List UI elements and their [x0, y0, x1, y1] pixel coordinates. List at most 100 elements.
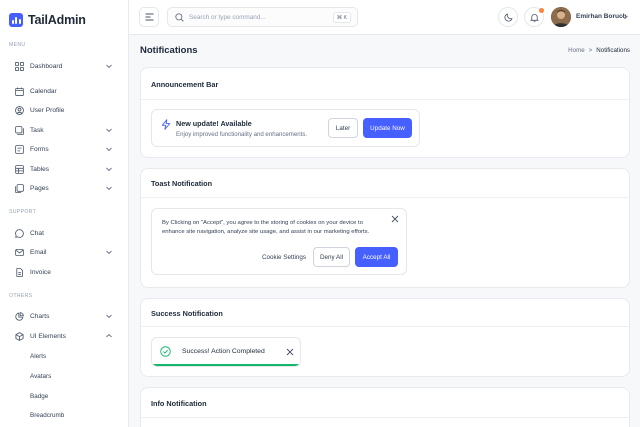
check-circle-icon — [160, 346, 171, 357]
moon-icon — [503, 12, 513, 22]
chevron-down-icon — [106, 314, 112, 319]
forms-icon — [15, 144, 24, 154]
submenu-item-alerts[interactable]: Alerts — [30, 353, 46, 360]
chat-icon — [15, 228, 24, 238]
mail-icon — [15, 248, 24, 256]
sidebar-item-chat[interactable]: Chat — [15, 226, 116, 240]
chevron-down-icon — [106, 250, 112, 255]
close-icon[interactable] — [391, 215, 399, 223]
deny-all-button[interactable]: Deny All — [313, 247, 350, 267]
breadcrumb-separator: > — [588, 47, 593, 54]
box-icon — [15, 331, 24, 341]
breadcrumb-current: Notifications — [596, 47, 630, 54]
chevron-up-icon — [106, 333, 112, 338]
chevron-down-icon — [106, 128, 112, 133]
sidebar-item-label: Chat — [30, 229, 44, 237]
task-icon — [15, 125, 24, 135]
sidebar-item-invoice[interactable]: Invoice — [15, 265, 116, 279]
announcement-bar: New update! Available Enjoy improved fun… — [151, 109, 420, 147]
menu-icon — [145, 13, 153, 21]
page-title: Notifications — [140, 45, 198, 56]
success-message: Success! Action Completed — [182, 348, 265, 355]
success-card: Success Notification Success! Action Com… — [140, 298, 630, 377]
sidebar-item-label: Invoice — [30, 268, 51, 276]
submenu-item-badge[interactable]: Badge — [30, 393, 48, 400]
sidebar-item-tables[interactable]: Tables — [15, 162, 116, 176]
announcement-card: Announcement Bar New update! Available E… — [140, 67, 630, 158]
section-label-support: SUPPORT — [9, 209, 37, 215]
breadcrumb-home[interactable]: Home — [568, 47, 585, 54]
toast-text-line-2: enhance site navigation, analyze site us… — [162, 229, 370, 235]
chevron-down-icon — [106, 64, 112, 69]
sidebar-item-label: UI Elements — [30, 332, 66, 340]
notifications-button[interactable] — [524, 7, 544, 27]
cookie-settings-button[interactable]: Cookie Settings — [259, 248, 309, 267]
lightning-icon — [161, 119, 171, 130]
sidebar-item-label: Pages — [30, 184, 49, 192]
sidebar-item-label: Email — [30, 248, 47, 256]
user-photo — [551, 7, 571, 27]
close-icon[interactable] — [286, 348, 294, 356]
user-icon — [15, 105, 24, 115]
top-header: Search or type command... ⌘ K Emirhan Bo… — [129, 0, 640, 35]
search-icon — [175, 12, 184, 22]
sidebar-item-forms[interactable]: Forms — [15, 142, 116, 156]
sidebar-item-calendar[interactable]: Calendar — [15, 84, 116, 98]
app-logo[interactable]: TailAdmin — [9, 13, 86, 27]
pages-icon — [15, 183, 24, 193]
bell-icon — [529, 13, 539, 22]
sidebar-item-label: Charts — [30, 312, 50, 320]
sidebar-item-label: Dashboard — [30, 62, 63, 70]
update-now-button[interactable]: Update Now — [363, 118, 412, 138]
toast-card: Toast Notification By Clicking on "Accep… — [140, 168, 630, 288]
sidebar-item-label: User Profile — [30, 106, 65, 114]
app-name: TailAdmin — [28, 13, 86, 27]
card-title: Info Notification — [151, 399, 207, 408]
sidebar-item-label: Task — [30, 126, 44, 134]
sidebar-item-ui-elements[interactable]: UI Elements — [15, 329, 116, 343]
notification-dot — [539, 8, 544, 13]
grid-icon — [15, 61, 24, 71]
calendar-icon — [15, 86, 24, 96]
breadcrumb: Home > Notifications — [568, 47, 630, 54]
toast-text-line-1: By Clicking on "Accept", you agree to th… — [162, 220, 363, 226]
sidebar-item-email[interactable]: Email — [15, 245, 116, 259]
progress-bar — [152, 364, 300, 366]
sidebar-item-task[interactable]: Task — [15, 123, 116, 137]
accept-all-button[interactable]: Accept All — [355, 247, 398, 267]
submenu-item-avatars[interactable]: Avatars — [30, 373, 51, 380]
cookie-toast: By Clicking on "Accept", you agree to th… — [151, 208, 407, 275]
pie-chart-icon — [15, 311, 24, 321]
sidebar-item-dashboard[interactable]: Dashboard — [15, 59, 116, 73]
card-title: Announcement Bar — [151, 80, 219, 89]
chevron-down-icon[interactable] — [621, 13, 629, 21]
sidebar-item-charts[interactable]: Charts — [15, 309, 116, 323]
chevron-down-icon — [106, 147, 112, 152]
dark-mode-toggle[interactable] — [498, 7, 518, 27]
sidebar-toggle-button[interactable] — [139, 7, 159, 27]
info-card: Info Notification — [140, 387, 630, 427]
logo-icon — [9, 13, 23, 27]
search-shortcut-badge: ⌘ K — [332, 12, 351, 23]
section-label-others: OTHERS — [9, 293, 33, 299]
sidebar-item-user-profile[interactable]: User Profile — [15, 103, 116, 117]
search-placeholder: Search or type command... — [189, 13, 266, 21]
sidebar-item-pages[interactable]: Pages — [15, 181, 116, 195]
sidebar-item-label: Forms — [30, 145, 49, 153]
table-icon — [15, 164, 24, 174]
announcement-heading: New update! Available — [176, 119, 252, 128]
chevron-down-icon — [106, 186, 112, 191]
invoice-icon — [16, 267, 23, 277]
card-title: Toast Notification — [151, 179, 213, 188]
search-input[interactable]: Search or type command... ⌘ K — [167, 7, 358, 27]
announcement-body: Enjoy improved functionality and enhance… — [176, 131, 308, 138]
avatar[interactable] — [551, 7, 571, 27]
success-toast: Success! Action Completed — [151, 337, 301, 367]
section-label-menu: MENU — [9, 42, 26, 48]
card-title: Success Notification — [151, 309, 223, 318]
user-name[interactable]: Emirhan Boruch — [576, 13, 627, 20]
later-button[interactable]: Later — [328, 118, 358, 138]
submenu-item-breadcrumb[interactable]: Breadcrumb — [30, 412, 64, 419]
sidebar-item-label: Calendar — [30, 87, 57, 95]
sidebar: TailAdmin MENU Dashboard Calendar User P… — [0, 0, 129, 427]
